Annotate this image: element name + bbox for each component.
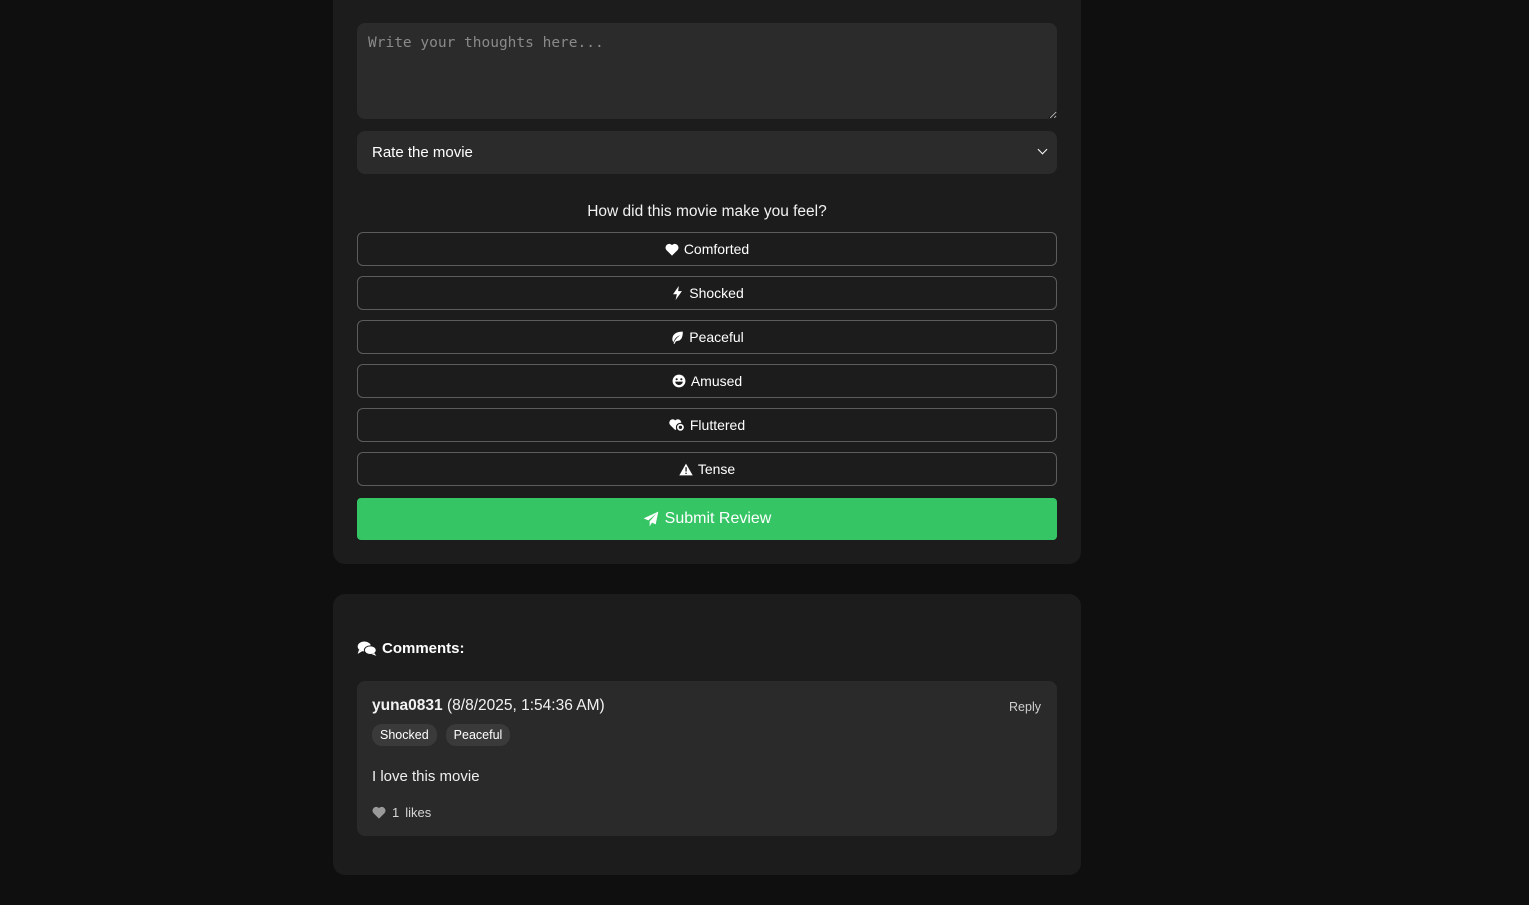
comment-timestamp: (8/8/2025, 1:54:36 AM) xyxy=(446,697,605,714)
mood-tag: Shocked xyxy=(372,724,437,746)
mood-label: Fluttered xyxy=(689,417,746,433)
rating-select[interactable]: Rate the movie xyxy=(357,131,1057,174)
comments-card: Comments: yuna0831 (8/8/2025, 1:54:36 AM… xyxy=(333,594,1081,875)
likes-control[interactable]: 1 likes xyxy=(372,805,431,820)
mood-label: Shocked xyxy=(689,285,744,301)
mood-label: Amused xyxy=(690,373,743,389)
grin-icon xyxy=(672,374,686,388)
reply-button[interactable]: Reply xyxy=(1009,700,1041,714)
review-form-card: Rate the movie How did this movie make y… xyxy=(333,0,1081,564)
submit-review-label: Submit Review xyxy=(664,510,772,527)
comment-text: I love this movie xyxy=(372,768,480,785)
mood-tag: Peaceful xyxy=(445,724,511,746)
mood-button-tense[interactable]: Tense xyxy=(357,452,1057,486)
heart-icon xyxy=(665,242,679,256)
heart-icon[interactable] xyxy=(372,806,386,819)
comments-icon xyxy=(357,640,377,657)
comment-username[interactable]: yuna0831 xyxy=(372,697,443,714)
likes-count: 1 xyxy=(392,805,400,820)
comments-title: Comments: xyxy=(382,640,465,657)
warning-icon xyxy=(679,462,693,476)
bolt-icon xyxy=(670,286,684,300)
mood-label: Comforted xyxy=(683,241,750,257)
thoughts-textarea[interactable] xyxy=(357,23,1057,119)
mood-button-peaceful[interactable]: Peaceful xyxy=(357,320,1057,354)
mood-label: Peaceful xyxy=(689,329,744,345)
mood-label: Tense xyxy=(697,461,736,477)
comment-item: yuna0831 (8/8/2025, 1:54:36 AM) Reply Sh… xyxy=(357,681,1057,836)
leaf-icon xyxy=(670,330,684,344)
mood-button-shocked[interactable]: Shocked xyxy=(357,276,1057,310)
submit-review-button[interactable]: Submit Review xyxy=(357,498,1057,540)
chevron-down-icon xyxy=(1037,144,1048,155)
feel-question: How did this movie make you feel? xyxy=(587,203,827,220)
rating-select-value: Rate the movie xyxy=(372,144,473,161)
comment-mood-tags: Shocked Peaceful xyxy=(372,724,511,746)
mood-button-fluttered[interactable]: Fluttered xyxy=(357,408,1057,442)
mood-button-amused[interactable]: Amused xyxy=(357,364,1057,398)
comments-heading: Comments: xyxy=(357,640,465,657)
mood-button-comforted[interactable]: Comforted xyxy=(357,232,1057,266)
heart-circle-icon xyxy=(669,418,685,432)
paper-plane-icon xyxy=(643,511,659,527)
likes-label: likes xyxy=(405,805,432,820)
comment-header: yuna0831 (8/8/2025, 1:54:36 AM) xyxy=(372,697,605,715)
